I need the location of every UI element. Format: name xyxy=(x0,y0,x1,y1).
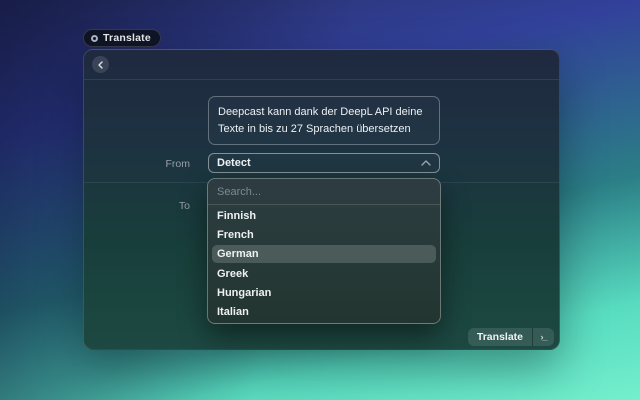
gear-icon xyxy=(91,35,98,42)
language-search-input[interactable] xyxy=(208,179,440,204)
from-label: From xyxy=(90,158,190,170)
from-dropdown-value: Detect xyxy=(217,157,251,169)
language-option[interactable]: Italian xyxy=(212,303,436,321)
translate-window: Deepcast kann dank der DeepL API deine T… xyxy=(83,49,560,350)
to-label: To xyxy=(90,200,190,212)
source-text-box[interactable]: Deepcast kann dank der DeepL API deine T… xyxy=(208,96,440,145)
chevron-up-icon xyxy=(421,160,431,166)
badge-label: Translate xyxy=(103,32,151,44)
form-body: Deepcast kann dank der DeepL API deine T… xyxy=(84,80,559,351)
language-option[interactable]: German xyxy=(212,245,436,263)
language-option[interactable]: Greek xyxy=(212,265,436,283)
window-header xyxy=(84,50,559,80)
language-option[interactable]: Finnish xyxy=(212,207,436,225)
translate-button[interactable]: Translate xyxy=(468,328,532,346)
language-dropdown-panel: Finnish French German Greek Hungarian It… xyxy=(207,178,441,324)
language-options-list: Finnish French German Greek Hungarian It… xyxy=(208,205,440,323)
action-button-group: Translate ›_ xyxy=(468,328,554,346)
back-button[interactable] xyxy=(92,56,109,73)
window-title-badge: Translate xyxy=(83,29,161,47)
language-option[interactable]: Hungarian xyxy=(212,284,436,302)
from-dropdown[interactable]: Detect xyxy=(208,153,440,173)
chevron-left-icon xyxy=(97,61,105,69)
desktop-background: Translate Deepcast kann dank der DeepL A… xyxy=(0,0,640,400)
enter-shortcut-icon: ›_ xyxy=(532,328,554,346)
language-option[interactable]: French xyxy=(212,226,436,244)
